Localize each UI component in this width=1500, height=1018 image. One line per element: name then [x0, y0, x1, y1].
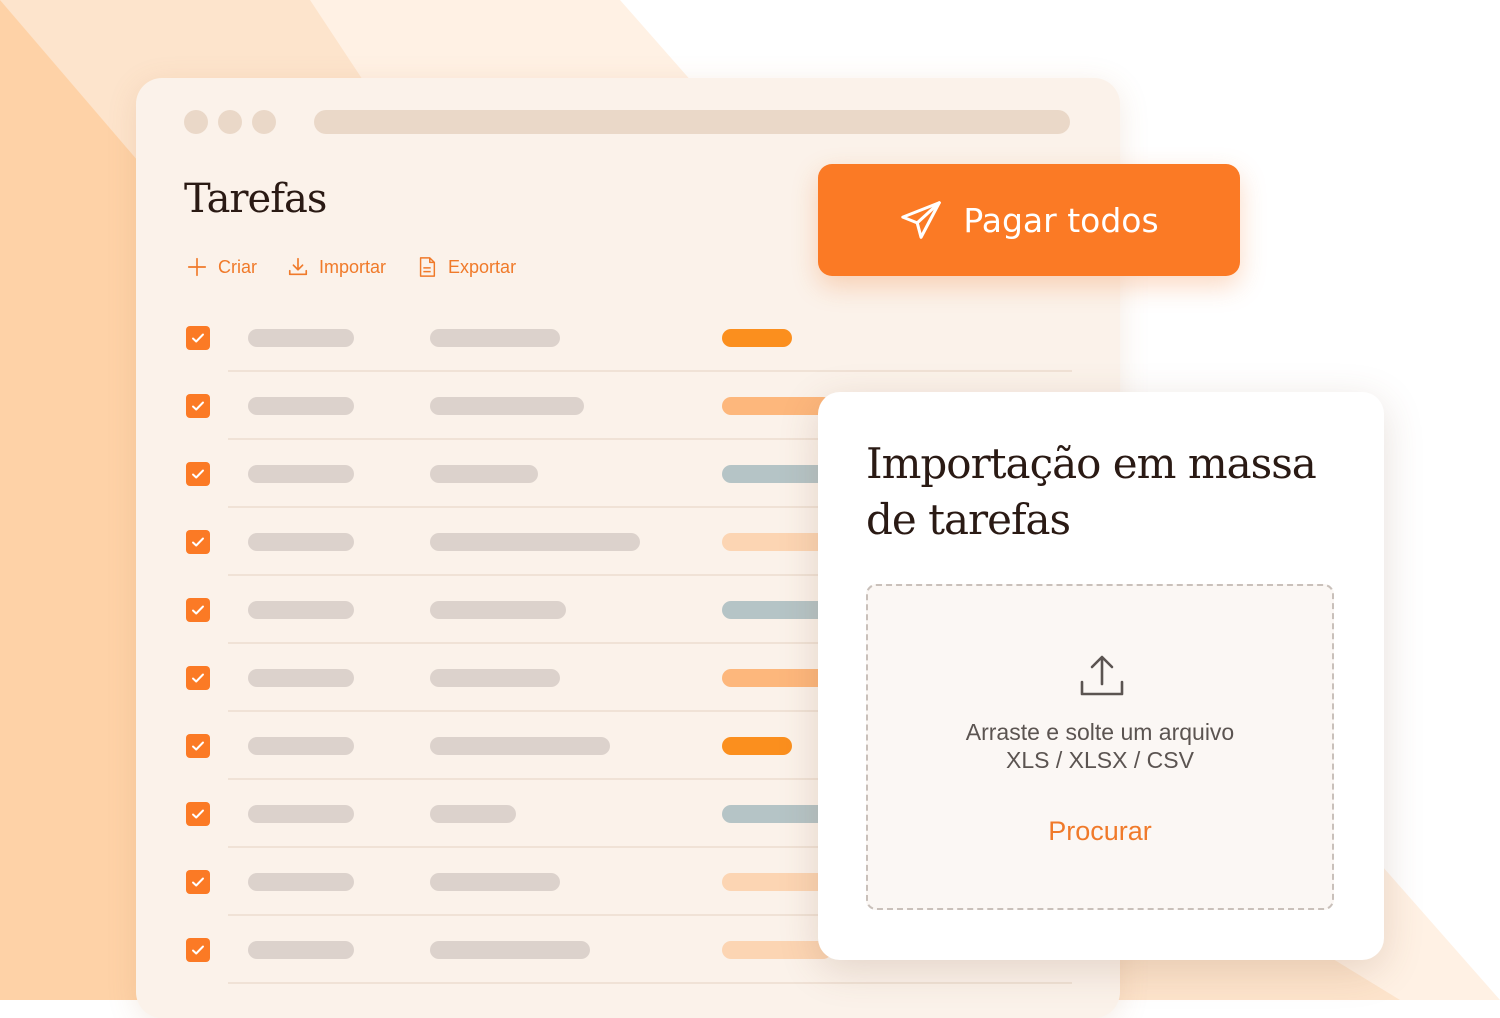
row-cell-placeholder: [430, 737, 610, 755]
row-checkbox[interactable]: [186, 938, 210, 962]
row-checkbox[interactable]: [186, 326, 210, 350]
accepted-formats: XLS / XLSX / CSV: [1006, 747, 1194, 773]
row-checkbox[interactable]: [186, 734, 210, 758]
file-dropzone[interactable]: Arraste e solte um arquivo XLS / XLSX / …: [866, 584, 1334, 910]
row-cell-placeholder: [248, 533, 354, 551]
check-icon: [192, 673, 204, 683]
dropzone-text: Arraste e solte um arquivo XLS / XLSX / …: [868, 718, 1332, 774]
check-icon: [192, 741, 204, 751]
toolbar: Criar Importar Exportar: [186, 256, 516, 278]
window-dot-maximize[interactable]: [252, 110, 276, 134]
row-cell-placeholder: [248, 873, 354, 891]
window-dot-close[interactable]: [184, 110, 208, 134]
row-cell-placeholder: [430, 601, 566, 619]
row-cell-placeholder: [430, 873, 560, 891]
row-cell-placeholder: [430, 941, 590, 959]
create-button[interactable]: Criar: [186, 256, 257, 278]
row-checkbox[interactable]: [186, 530, 210, 554]
file-icon: [419, 257, 436, 277]
send-icon: [901, 201, 942, 239]
import-panel-title: Importação em massa de tarefas: [866, 439, 1317, 544]
table-row[interactable]: [186, 304, 1072, 372]
status-badge: [722, 873, 832, 891]
browse-link[interactable]: Procurar: [868, 816, 1332, 847]
status-badge: [722, 601, 832, 619]
pay-all-button[interactable]: Pagar todos: [818, 164, 1240, 276]
status-badge: [722, 805, 832, 823]
upload-icon: [1080, 655, 1124, 696]
status-badge: [722, 397, 832, 415]
row-cell-placeholder: [248, 601, 354, 619]
window-dot-minimize[interactable]: [218, 110, 242, 134]
check-icon: [192, 469, 204, 479]
download-icon: [288, 257, 308, 276]
check-icon: [192, 401, 204, 411]
row-cell-placeholder: [430, 805, 516, 823]
status-badge: [722, 737, 792, 755]
row-cell-placeholder: [248, 805, 354, 823]
check-icon: [192, 605, 204, 615]
row-cell-placeholder: [430, 465, 538, 483]
row-cell-placeholder: [430, 397, 584, 415]
address-bar[interactable]: [314, 110, 1070, 134]
plus-icon: [187, 257, 207, 277]
row-checkbox[interactable]: [186, 802, 210, 826]
row-cell-placeholder: [430, 533, 640, 551]
status-badge: [722, 329, 792, 347]
page-title: Tarefas: [184, 176, 327, 222]
row-cell-placeholder: [248, 397, 354, 415]
status-badge: [722, 465, 832, 483]
row-divider: [228, 982, 1072, 984]
status-badge: [722, 669, 832, 687]
create-label: Criar: [218, 256, 257, 277]
row-cell-placeholder: [248, 465, 354, 483]
row-checkbox[interactable]: [186, 870, 210, 894]
row-cell-placeholder: [248, 329, 354, 347]
row-checkbox[interactable]: [186, 394, 210, 418]
status-badge: [722, 533, 832, 551]
check-icon: [192, 877, 204, 887]
row-cell-placeholder: [248, 669, 354, 687]
pay-all-label: Pagar todos: [963, 200, 1159, 240]
check-icon: [192, 809, 204, 819]
row-checkbox[interactable]: [186, 666, 210, 690]
export-label: Exportar: [448, 256, 517, 277]
row-cell-placeholder: [248, 737, 354, 755]
row-checkbox[interactable]: [186, 462, 210, 486]
row-cell-placeholder: [430, 669, 560, 687]
import-label: Importar: [319, 256, 387, 277]
bulk-import-panel: Importação em massa de tarefas Arraste e…: [818, 392, 1384, 960]
check-icon: [192, 537, 204, 547]
import-button[interactable]: Importar: [287, 256, 386, 278]
check-icon: [192, 333, 204, 343]
row-cell-placeholder: [430, 329, 560, 347]
export-button[interactable]: Exportar: [416, 256, 516, 278]
row-cell-placeholder: [248, 941, 354, 959]
dropzone-instruction: Arraste e solte um arquivo: [965, 719, 1235, 745]
row-checkbox[interactable]: [186, 598, 210, 622]
status-badge: [722, 941, 832, 959]
check-icon: [192, 945, 204, 955]
